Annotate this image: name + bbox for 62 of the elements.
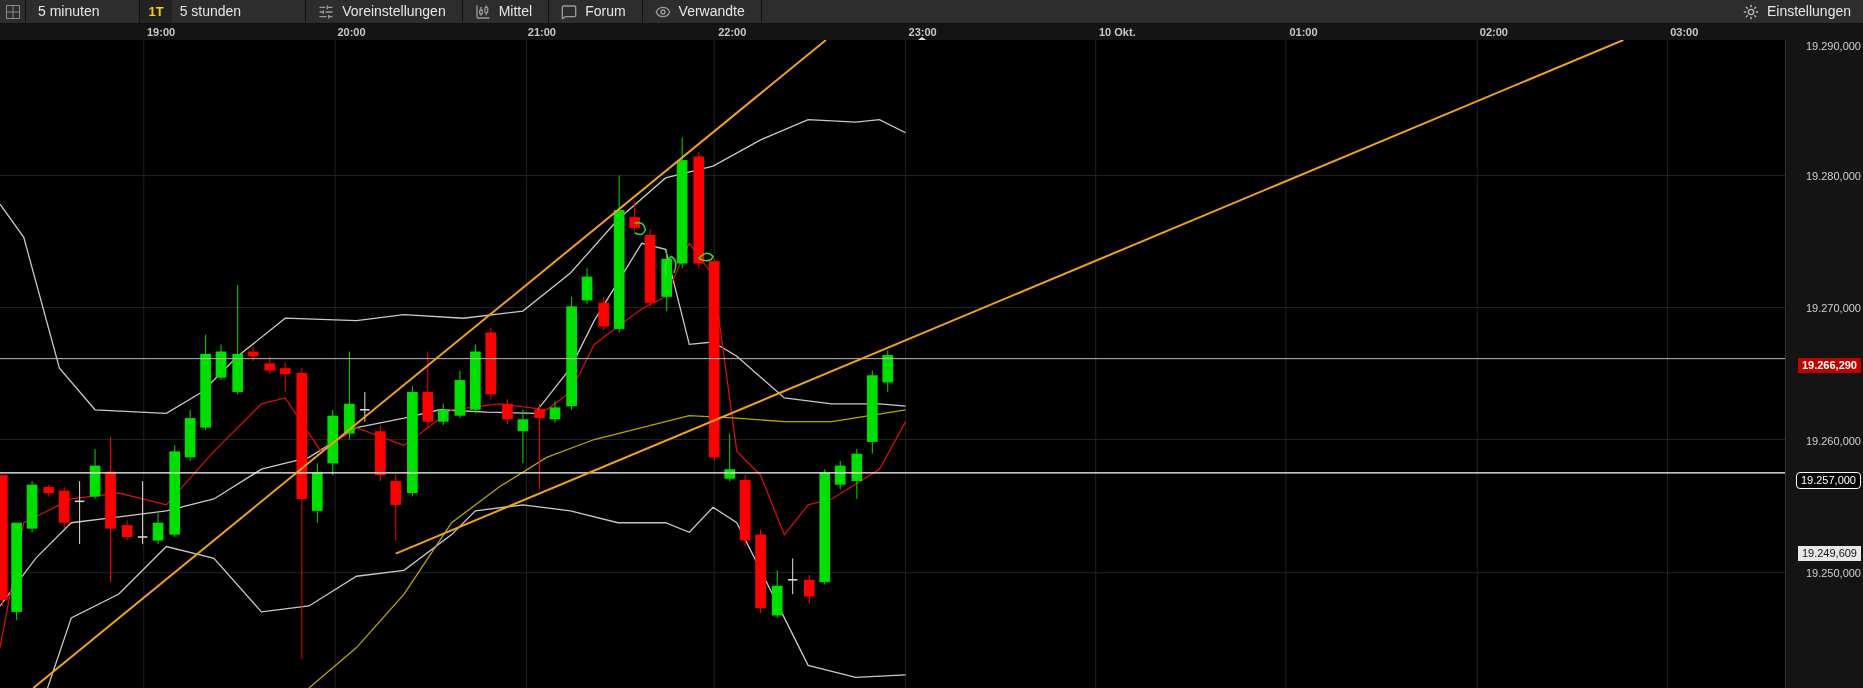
time-axis-label: 22:00: [718, 25, 747, 39]
level-price-label: 19.257,000: [1795, 472, 1861, 489]
candle: [152, 512, 164, 545]
time-axis-label: 19:00: [147, 25, 176, 39]
candle: [374, 424, 386, 482]
candle: [803, 574, 815, 605]
time-axis-label: 03:00: [1670, 25, 1699, 39]
candle: [437, 403, 449, 426]
scribble-mark: [664, 255, 677, 277]
time-axis-label: 20:00: [337, 25, 366, 39]
candle: [724, 433, 736, 482]
candle: [581, 267, 593, 305]
candle: [89, 448, 101, 500]
candle: [851, 448, 863, 500]
candle: [598, 296, 610, 331]
settings-button[interactable]: Einstellungen: [1730, 0, 1863, 23]
candle: [834, 460, 846, 490]
candle: [26, 480, 38, 533]
candle: [43, 484, 55, 498]
candle: [771, 569, 783, 619]
candle: [517, 409, 529, 464]
candle: [359, 391, 371, 423]
candle: [58, 486, 70, 530]
candle: [184, 409, 196, 462]
candle: [454, 370, 466, 419]
range-badge: 1T: [140, 0, 172, 23]
speech-bubble-icon: [561, 3, 578, 20]
candle: [629, 201, 640, 232]
candlestick-icon: [474, 3, 491, 20]
time-axis-label: 23:00: [908, 25, 937, 39]
candle: [390, 474, 402, 542]
candle: [215, 343, 227, 381]
price-axis-label: 19.260,000: [1805, 434, 1861, 447]
candle: [327, 409, 339, 476]
scribble-mark: [633, 221, 647, 236]
last-price-label: 19.266,290: [1797, 358, 1861, 373]
candle: [264, 355, 276, 375]
candle: [470, 343, 481, 414]
candle: [137, 480, 149, 545]
time-axis-label: 21:00: [527, 25, 556, 39]
sliders-icon: [318, 3, 335, 20]
price-axis-label: 19.270,000: [1805, 302, 1861, 315]
candle: [247, 346, 259, 362]
candle: [787, 557, 799, 595]
time-axis-label: 10 Okt.: [1099, 25, 1136, 39]
time-axis-label: 01:00: [1289, 25, 1318, 39]
cursor-price-label: 19.249,609: [1797, 546, 1861, 561]
candle: [882, 349, 894, 393]
price-axis-label: 19.280,000: [1805, 170, 1861, 182]
candle: [74, 480, 86, 545]
time-axis-label: 02:00: [1479, 25, 1508, 39]
candle: [661, 248, 673, 312]
price-axis-label: 19.250,000: [1805, 566, 1861, 579]
candle: [549, 400, 561, 424]
candle: [502, 398, 513, 425]
candle: [121, 519, 133, 542]
price-axis-label: 19.290,000: [1805, 40, 1861, 52]
candle: [279, 361, 291, 393]
candle: [311, 462, 323, 524]
grid-layout-icon[interactable]: [5, 4, 20, 19]
scribble-mark: [698, 252, 714, 262]
settings-icon: [1742, 3, 1759, 20]
